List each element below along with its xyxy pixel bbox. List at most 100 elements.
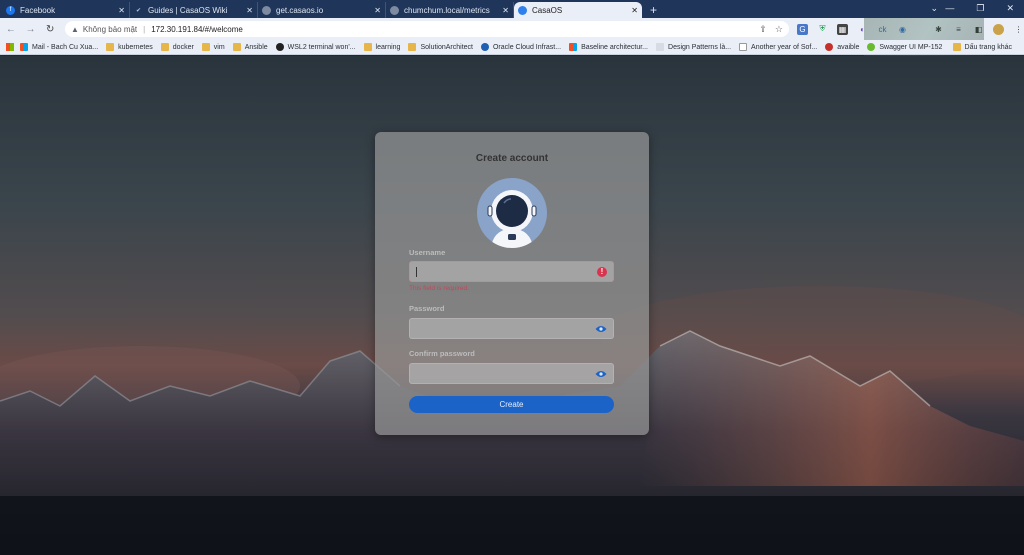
bookmark-label: vim [213,43,225,51]
restore-icon[interactable]: ❐ [976,3,984,14]
reload-icon[interactable]: ↻ [43,22,57,36]
bookmark-swagger[interactable]: Swagger UI MP-152 [867,43,942,51]
error-icon: ! [597,266,607,277]
tab-title: Guides | CasaOS Wiki [148,5,228,15]
close-icon[interactable]: ✕ [502,6,509,15]
close-window-icon[interactable]: ✕ [1006,3,1014,14]
tab-facebook[interactable]: f Facebook ✕ [2,2,130,18]
bookmark-label: learning [375,43,401,51]
page-icon [739,43,748,51]
confirm-password-input[interactable] [416,364,595,383]
extensions-area: G ⛨ ▦ ◐ ck ◉ ✱ ≡ ◧ ⋮ [797,23,1024,35]
github-icon [275,43,284,51]
bookmark-vim[interactable]: vim [201,43,225,51]
oracle-icon [825,43,834,51]
tab-title: chumchum.local/metrics [404,5,490,15]
confirm-password-label: Confirm password [409,349,475,358]
tab-metrics[interactable]: chumchum.local/metrics ✕ [386,2,514,18]
star-icon[interactable]: ☆ [775,24,783,35]
bookmark-mail[interactable]: Mail - Bach Cu Xua... [20,43,98,51]
bookmark-label: Dấu trang khác [964,43,1012,51]
bookmark-label: Swagger UI MP-152 [879,43,943,51]
tab-title: get.casaos.io [276,5,324,15]
password-field[interactable] [409,318,614,339]
reading-list-icon[interactable]: ≡ [953,24,964,35]
bookmark-label: Ansible [244,43,268,51]
bookmark-another-year[interactable]: Another year of Sof... [739,43,817,51]
windows-icon [569,43,578,51]
confirm-password-field[interactable] [409,363,614,384]
screenshot-extension-icon[interactable]: ◉ [897,24,908,35]
tab-title: Facebook [20,5,56,15]
folder-icon [232,43,241,51]
eye-icon[interactable] [595,324,607,334]
address-separator: | [143,24,146,34]
window-controls: ⌄ — ❐ ✕ [930,0,1024,16]
page-icon [656,43,665,51]
bookmark-learning[interactable]: learning [363,43,401,51]
create-account-card: Create account Username ! This field is … [375,132,649,435]
new-tab-button[interactable]: + [642,2,665,18]
grid-extension-icon[interactable]: ▦ [837,23,848,35]
username-input[interactable] [419,262,597,281]
bookmark-label: Mail - Bach Cu Xua... [32,43,99,51]
bookmark-wsl2[interactable]: WSL2 terminal won'... [275,43,356,51]
side-panel-icon[interactable]: ◧ [973,24,984,35]
bookmark-design-patterns[interactable]: Design Patterns là... [656,43,731,51]
translate-extension-icon[interactable]: G [797,23,808,35]
back-icon[interactable]: ← [4,22,18,36]
card-title: Create account [475,153,549,164]
bookmark-label: WSL2 terminal won'... [287,43,356,51]
globe-icon [390,5,399,15]
username-field[interactable]: ! [409,261,614,282]
bookmark-label: kubernetes [118,43,153,51]
password-input[interactable] [416,319,595,338]
close-icon[interactable]: ✕ [631,6,638,15]
folder-icon [201,43,210,51]
warning-icon[interactable]: ▲ [71,25,79,34]
create-button[interactable]: Create [409,396,614,413]
profile-avatar[interactable] [993,23,1004,35]
close-icon[interactable]: ✕ [118,6,125,15]
bookmark-other[interactable]: Dấu trang khác [952,43,1012,51]
microsoft-icon [20,43,28,51]
bookmarks-bar: Mail - Bach Cu Xua... kubernetes docker … [0,40,1024,55]
bookmark-label: docker [172,43,194,51]
bookmark-solution-architect[interactable]: SolutionArchitect [408,43,473,51]
close-icon[interactable]: ✕ [246,6,253,15]
username-label: Username [409,248,446,257]
puzzle-icon[interactable]: ✱ [933,24,944,35]
ck-extension-icon[interactable]: ck [877,24,888,35]
eye-icon[interactable] [595,369,607,379]
folder-icon [408,43,417,51]
share-icon[interactable]: ⇪ [759,24,767,35]
forward-icon[interactable]: → [24,22,38,36]
bookmark-kubernetes[interactable]: kubernetes [106,43,153,51]
tab-title: CasaOS [532,5,563,15]
minimize-icon[interactable]: — [945,3,954,13]
bookmark-docker[interactable]: docker [160,43,194,51]
oracle-icon [480,43,489,51]
chevron-down-icon[interactable]: ⌄ [930,3,938,14]
bookmark-label: Another year of Sof... [751,43,818,51]
folder-icon [363,43,372,51]
apps-icon[interactable] [6,43,14,51]
tab-casaos-wiki[interactable]: ✔ Guides | CasaOS Wiki ✕ [130,2,258,18]
tab-get-casaos[interactable]: get.casaos.io ✕ [258,2,386,18]
checkmark-icon: ✔ [135,7,142,14]
tab-casaos[interactable]: CasaOS ✕ [514,2,642,18]
bookmark-baseline[interactable]: Baseline architectur... [569,43,648,51]
menu-icon[interactable]: ⋮ [1013,24,1024,35]
address-bar[interactable]: ▲ Không bảo mật | 172.30.191.84/#/welcom… [64,21,789,37]
bookmark-ansible[interactable]: Ansible [232,43,268,51]
bookmark-oracle-cloud[interactable]: Oracle Cloud Infrast... [480,43,561,51]
bookmark-avaible[interactable]: avaible [825,43,859,51]
shield-extension-icon[interactable]: ⛨ [817,24,828,35]
close-icon[interactable]: ✕ [374,6,381,15]
security-status[interactable]: Không bảo mật [83,25,137,34]
mask-extension-icon[interactable]: ◐ [857,24,868,35]
folder-icon [106,43,115,51]
folder-icon [160,43,169,51]
facebook-icon: f [6,5,15,15]
address-url[interactable]: 172.30.191.84/#/welcome [151,25,243,34]
